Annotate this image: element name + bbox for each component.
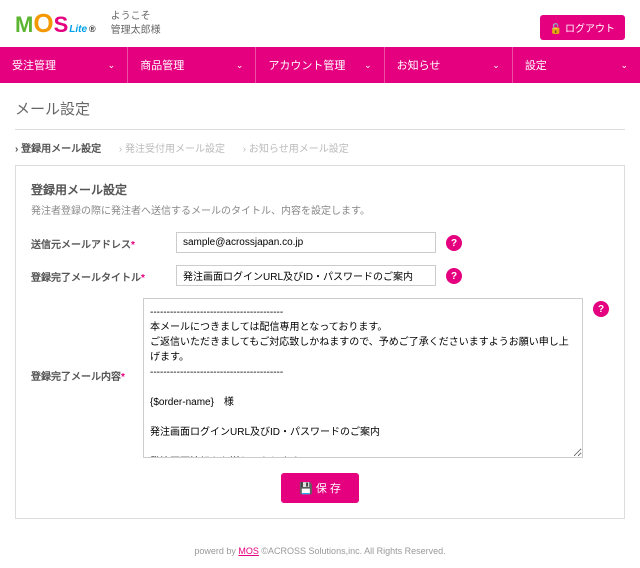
- title-label: 登録完了メールタイトル*: [31, 265, 176, 284]
- footer: powerd by MOS ©ACROSS Solutions,inc. All…: [0, 534, 640, 568]
- chevron-down-icon: ⌄: [620, 60, 628, 71]
- welcome-text: ようこそ 管理太郎様: [111, 10, 161, 38]
- tab-order-mail[interactable]: 発注受付用メール設定: [119, 140, 225, 155]
- tab-registration-mail[interactable]: 登録用メール設定: [15, 140, 101, 155]
- body-textarea[interactable]: ----------------------------------------…: [143, 298, 583, 458]
- save-button[interactable]: 💾 保 存: [281, 473, 359, 503]
- help-icon[interactable]: ?: [446, 268, 462, 284]
- header: MOSLite® ようこそ 管理太郎様 🔓 ログアウト: [0, 0, 640, 47]
- chevron-down-icon: ⌄: [108, 60, 116, 71]
- row-body: 登録完了メール内容* -----------------------------…: [31, 298, 609, 458]
- panel-title: 登録用メール設定: [31, 181, 609, 198]
- body-label: 登録完了メール内容*: [31, 298, 143, 383]
- panel-desc: 発注者登録の際に発注者へ送信するメールのタイトル、内容を設定します。: [31, 202, 609, 217]
- main-nav: 受注管理⌄ 商品管理⌄ アカウント管理⌄ お知らせ⌄ 設定⌄: [0, 47, 640, 83]
- chevron-down-icon: ⌄: [236, 60, 244, 71]
- title-input[interactable]: [176, 265, 436, 286]
- nav-products[interactable]: 商品管理⌄: [128, 47, 256, 83]
- from-label: 送信元メールアドレス*: [31, 232, 176, 251]
- chevron-down-icon: ⌄: [492, 60, 500, 71]
- nav-settings[interactable]: 設定⌄: [513, 47, 640, 83]
- logo: MOSLite®: [15, 8, 96, 39]
- page-title: メール設定: [15, 98, 625, 129]
- content: メール設定 登録用メール設定 発注受付用メール設定 お知らせ用メール設定 登録用…: [0, 83, 640, 534]
- sub-tabs: 登録用メール設定 発注受付用メール設定 お知らせ用メール設定: [15, 129, 625, 165]
- help-icon[interactable]: ?: [446, 235, 462, 251]
- nav-accounts[interactable]: アカウント管理⌄: [256, 47, 384, 83]
- nav-orders[interactable]: 受注管理⌄: [0, 47, 128, 83]
- row-title: 登録完了メールタイトル* ?: [31, 265, 609, 286]
- tab-notice-mail[interactable]: お知らせ用メール設定: [243, 140, 349, 155]
- help-icon[interactable]: ?: [593, 301, 609, 317]
- chevron-down-icon: ⌄: [364, 60, 372, 71]
- logout-button[interactable]: 🔓 ログアウト: [540, 15, 625, 40]
- nav-notices[interactable]: お知らせ⌄: [385, 47, 513, 83]
- row-from: 送信元メールアドレス* ?: [31, 232, 609, 253]
- from-input[interactable]: [176, 232, 436, 253]
- footer-link[interactable]: MOS: [238, 546, 259, 556]
- settings-panel: 登録用メール設定 発注者登録の際に発注者へ送信するメールのタイトル、内容を設定し…: [15, 165, 625, 519]
